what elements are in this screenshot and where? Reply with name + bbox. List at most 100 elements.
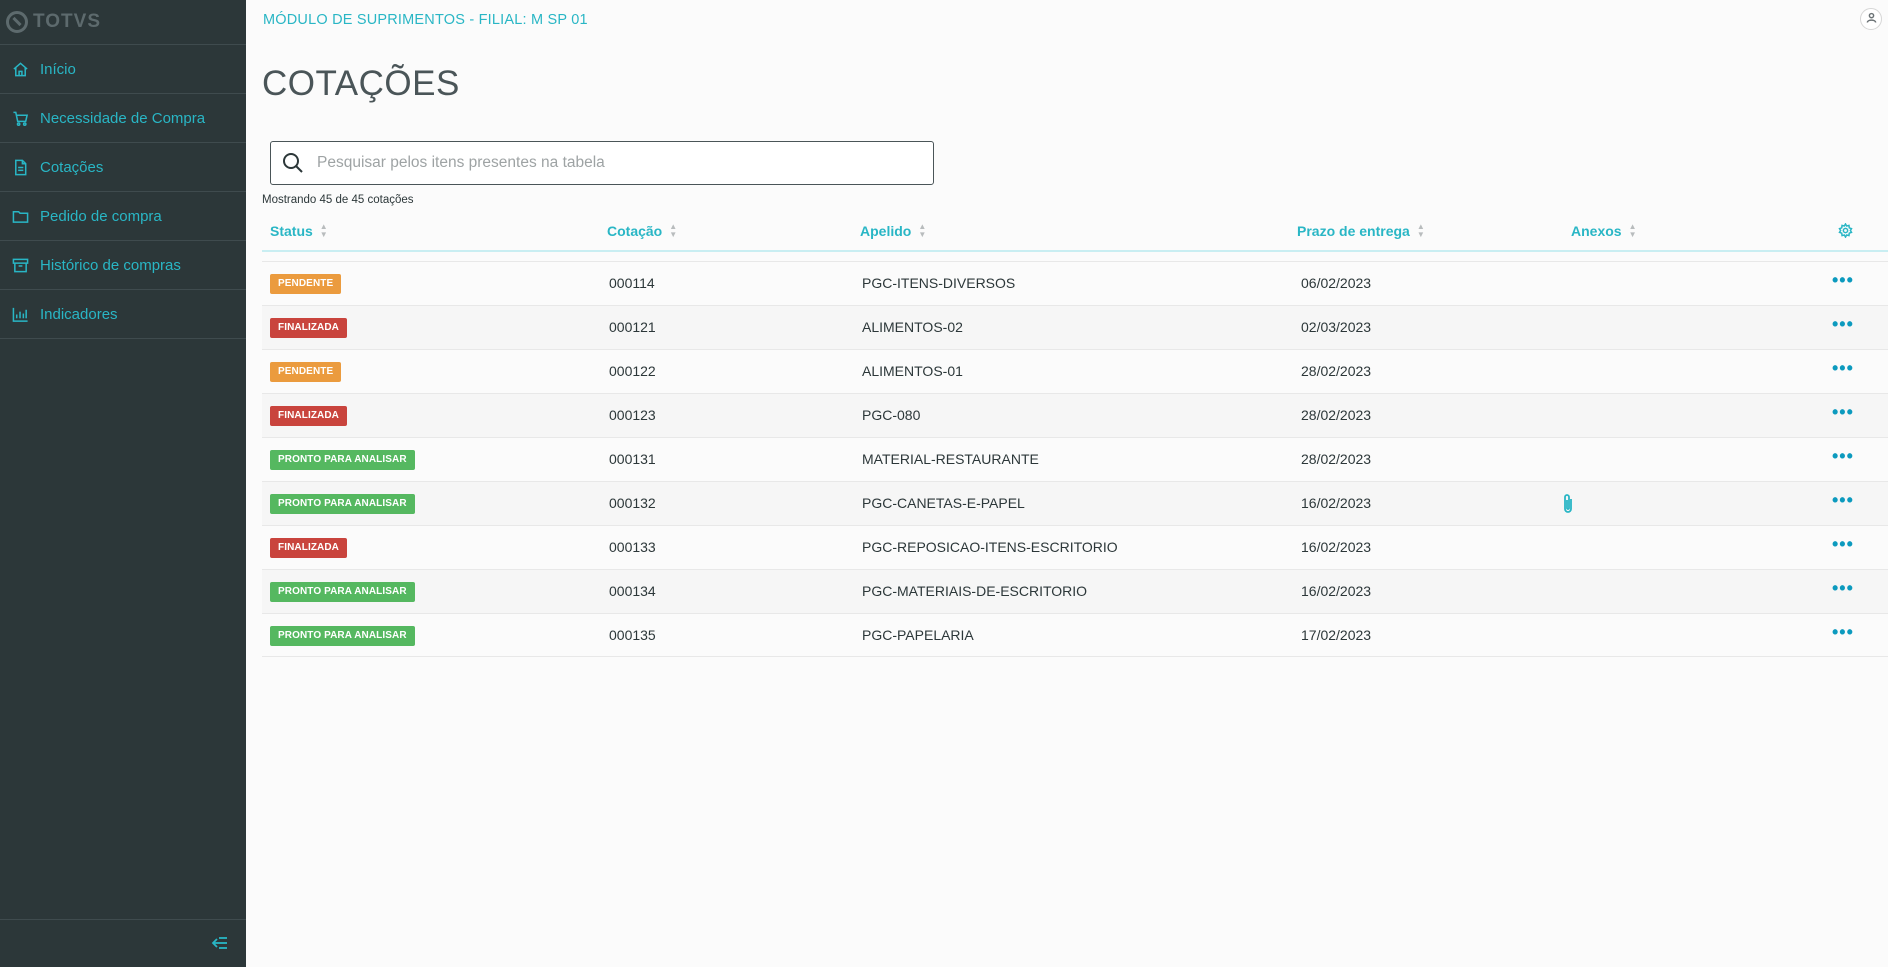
- row-actions-button[interactable]: •••: [1832, 490, 1856, 510]
- status-badge: FINALIZADA: [270, 406, 347, 426]
- quotations-table: Status ▲ ▼ Cotação ▲ ▼ Apelido ▲ ▼ Prazo de…: [262, 210, 1888, 657]
- sidebar-item-label: Cotações: [40, 158, 104, 176]
- bar-chart-icon: [11, 305, 29, 323]
- column-header-status[interactable]: Status ▲ ▼: [270, 222, 328, 240]
- sidebar-item-label: Indicadores: [40, 305, 118, 323]
- table-row: PRONTO PARA ANALISAR 000134 PGC-MATERIAIS-…: [262, 569, 1888, 613]
- logo-text: TOTVS: [33, 11, 101, 32]
- table-settings-icon[interactable]: [1838, 222, 1854, 239]
- table-body: PENDENTE 000114 PGC-ITENS-DIVERSOS 06/02/20…: [262, 261, 1888, 657]
- table-row: PRONTO PARA ANALISAR 000131 MATERIAL-RESTA…: [262, 437, 1888, 481]
- cotacao-cell: 000114: [609, 275, 655, 291]
- prazo-cell: 06/02/2023: [1301, 275, 1372, 291]
- table-row: PENDENTE 000122 ALIMENTOS-01 28/02/2023 •••: [262, 349, 1888, 393]
- prazo-cell: 16/02/2023: [1301, 495, 1372, 511]
- row-actions-button[interactable]: •••: [1832, 314, 1856, 334]
- table-row: PRONTO PARA ANALISAR 000135 PGC-PAPELARIA 1…: [262, 613, 1888, 657]
- apelido-cell: PGC-CANETAS-E-PAPEL: [862, 495, 1025, 511]
- status-badge: FINALIZADA: [270, 538, 347, 558]
- cotacao-cell: 000134: [609, 583, 656, 599]
- sidebar-footer: [0, 919, 246, 967]
- cotacao-cell: 000123: [609, 407, 656, 423]
- sort-icon: ▲ ▼: [918, 222, 927, 239]
- sidebar-item-label: Início: [40, 60, 76, 78]
- apelido-cell: PGC-REPOSICAO-ITENS-ESCRITORIO: [862, 539, 1118, 555]
- status-badge: PRONTO PARA ANALISAR: [270, 626, 415, 646]
- sidebar-item-label: Necessidade de Compra: [40, 109, 206, 127]
- status-badge: PRONTO PARA ANALISAR: [270, 494, 415, 514]
- cart-icon: [11, 109, 29, 127]
- column-label: Prazo de entrega: [1297, 223, 1410, 239]
- column-header-apelido[interactable]: Apelido ▲ ▼: [860, 222, 927, 240]
- apelido-cell: ALIMENTOS-01: [862, 363, 963, 379]
- column-label: Cotação: [607, 223, 663, 239]
- column-label: Status: [270, 223, 313, 239]
- results-count: Mostrando 45 de 45 cotações: [262, 194, 414, 206]
- sort-icon: ▲ ▼: [669, 222, 678, 239]
- status-badge: PENDENTE: [270, 362, 342, 382]
- prazo-cell: 28/02/2023: [1301, 407, 1372, 423]
- row-actions-button[interactable]: •••: [1832, 578, 1856, 598]
- cotacao-cell: 000132: [609, 495, 656, 511]
- prazo-cell: 16/02/2023: [1301, 539, 1372, 555]
- row-actions-button[interactable]: •••: [1832, 534, 1856, 554]
- prazo-cell: 16/02/2023: [1301, 583, 1372, 599]
- sidebar-item-inicio[interactable]: Início: [0, 45, 246, 94]
- archive-icon: [11, 256, 29, 274]
- prazo-cell: 28/02/2023: [1301, 363, 1372, 379]
- column-header-anexos[interactable]: Anexos ▲ ▼: [1571, 223, 1637, 240]
- paperclip-icon[interactable]: [1560, 492, 1578, 516]
- main-content: MÓDULO DE SUPRIMENTOS - FILIAL: M SP 01 …: [246, 0, 1888, 967]
- row-actions-button[interactable]: •••: [1832, 446, 1856, 466]
- document-icon: [11, 158, 29, 176]
- prazo-cell: 02/03/2023: [1301, 319, 1372, 335]
- row-actions-button[interactable]: •••: [1832, 622, 1856, 642]
- cotacao-cell: 000133: [609, 539, 656, 555]
- table-row: FINALIZADA 000133 PGC-REPOSICAO-ITENS-ESCR…: [262, 525, 1888, 569]
- prazo-cell: 28/02/2023: [1301, 451, 1372, 467]
- search-input[interactable]: [317, 154, 933, 172]
- totvs-logo-icon: [6, 11, 28, 33]
- apelido-cell: MATERIAL-RESTAURANTE: [862, 451, 1039, 467]
- apelido-cell: PGC-MATERIAIS-DE-ESCRITORIO: [862, 583, 1088, 599]
- sidebar-item-pedido-de-compra[interactable]: Pedido de compra: [0, 192, 246, 241]
- sidebar-item-label: Pedido de compra: [40, 207, 162, 225]
- totvs-logo: TOTVS: [0, 0, 246, 45]
- apelido-cell: PGC-ITENS-DIVERSOS: [862, 275, 1016, 291]
- user-menu-button[interactable]: [1860, 8, 1882, 30]
- collapse-menu-icon[interactable]: [210, 933, 230, 953]
- home-icon: [11, 60, 29, 78]
- search-box: [270, 141, 934, 185]
- column-header-cotacao[interactable]: Cotação ▲ ▼: [607, 222, 678, 240]
- cotacao-cell: 000122: [609, 363, 656, 379]
- row-actions-button[interactable]: •••: [1832, 402, 1856, 422]
- table-row: FINALIZADA 000123 PGC-080 28/02/2023 •••: [262, 393, 1888, 437]
- status-badge: FINALIZADA: [270, 318, 347, 338]
- row-actions-button[interactable]: •••: [1832, 270, 1856, 290]
- table-row: PENDENTE 000114 PGC-ITENS-DIVERSOS 06/02/20…: [262, 261, 1888, 305]
- sort-icon: ▲ ▼: [1416, 222, 1425, 239]
- status-badge: PENDENTE: [270, 274, 342, 294]
- page-title: COTAÇÕES: [262, 64, 460, 103]
- table-row: FINALIZADA 000121 ALIMENTOS-02 02/03/2023 ••…: [262, 305, 1888, 349]
- table-header: Status ▲ ▼ Cotação ▲ ▼ Apelido ▲ ▼ Prazo de…: [262, 210, 1888, 252]
- folder-icon: [11, 207, 29, 225]
- sidebar-item-cotacoes[interactable]: Cotações: [0, 143, 246, 192]
- sidebar: TOTVS Início Necessidade de Compra Cotaç…: [0, 0, 246, 967]
- prazo-cell: 17/02/2023: [1301, 627, 1372, 643]
- column-label: Anexos: [1571, 223, 1622, 239]
- apelido-cell: PGC-PAPELARIA: [862, 627, 974, 643]
- sort-icon: ▲ ▼: [319, 222, 328, 239]
- table-row: PRONTO PARA ANALISAR 000132 PGC-CANETAS-E-…: [262, 481, 1888, 525]
- cotacao-cell: 000135: [609, 627, 656, 643]
- sidebar-item-label: Histórico de compras: [40, 256, 181, 274]
- column-header-prazo-de-entrega[interactable]: Prazo de entrega ▲ ▼: [1297, 222, 1425, 240]
- sidebar-item-historico-de-compras[interactable]: Histórico de compras: [0, 241, 246, 290]
- search-icon: [281, 151, 305, 175]
- cotacao-cell: 000131: [609, 451, 656, 467]
- apelido-cell: PGC-080: [862, 407, 921, 423]
- row-actions-button[interactable]: •••: [1832, 358, 1856, 378]
- sidebar-item-indicadores[interactable]: Indicadores: [0, 290, 246, 339]
- column-label: Apelido: [860, 223, 912, 239]
- sidebar-item-necessidade-de-compra[interactable]: Necessidade de Compra: [0, 94, 246, 143]
